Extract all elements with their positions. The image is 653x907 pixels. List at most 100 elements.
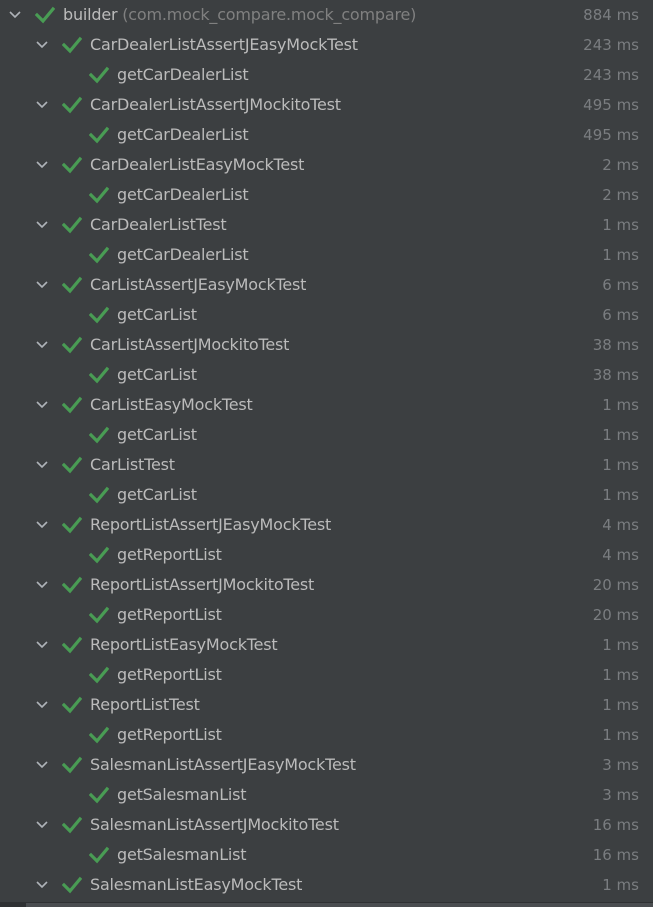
tree-row-root[interactable]: builder (com.mock_compare.mock_compare) … — [0, 0, 653, 30]
tree-row-suite[interactable]: ReportListAssertJEasyMockTest 4 ms — [0, 510, 653, 540]
chevron-down-icon[interactable] — [35, 630, 51, 660]
check-icon — [62, 30, 82, 60]
test-time: 2 ms — [602, 186, 639, 204]
tree-row-suite[interactable]: SalesmanListAssertJEasyMockTest 3 ms — [0, 750, 653, 780]
tree-row-test[interactable]: getCarList 6 ms — [0, 300, 653, 330]
tree-row-test[interactable]: getCarDealerList 243 ms — [0, 60, 653, 90]
root-label: builder (com.mock_compare.mock_compare) — [63, 0, 416, 30]
check-icon — [89, 300, 109, 330]
test-name: getCarList — [117, 485, 197, 504]
tree-row-suite[interactable]: ReportListEasyMockTest 1 ms — [0, 630, 653, 660]
chevron-down-icon[interactable] — [35, 270, 51, 300]
root-package: (com.mock_compare.mock_compare) — [122, 5, 417, 24]
tree-row-test[interactable]: getCarList 1 ms — [0, 420, 653, 450]
tree-row-test[interactable]: getCarDealerList 495 ms — [0, 120, 653, 150]
chevron-down-icon[interactable] — [35, 390, 51, 420]
tree-row-suite[interactable]: CarListAssertJEasyMockTest 6 ms — [0, 270, 653, 300]
test-results-tree: builder (com.mock_compare.mock_compare) … — [0, 0, 653, 902]
check-icon — [89, 720, 109, 750]
check-icon — [89, 660, 109, 690]
suite-name: CarDealerListAssertJEasyMockTest — [90, 35, 358, 54]
check-icon — [62, 150, 82, 180]
tree-row-test[interactable]: getSalesmanList 3 ms — [0, 780, 653, 810]
chevron-down-icon[interactable] — [35, 150, 51, 180]
check-icon — [62, 870, 82, 900]
test-name: getReportList — [117, 605, 222, 624]
chevron-down-icon[interactable] — [35, 330, 51, 360]
suite-name: ReportListAssertJEasyMockTest — [90, 515, 332, 534]
check-icon — [89, 780, 109, 810]
check-icon — [89, 180, 109, 210]
tree-row-suite[interactable]: CarListAssertJMockitoTest 38 ms — [0, 330, 653, 360]
tree-row-suite[interactable]: SalesmanListAssertJMockitoTest 16 ms — [0, 810, 653, 840]
check-icon — [89, 240, 109, 270]
check-icon — [89, 600, 109, 630]
check-icon — [89, 60, 109, 90]
chevron-down-icon[interactable] — [35, 810, 51, 840]
suite-time: 1 ms — [602, 456, 639, 474]
test-name: getCarList — [117, 425, 197, 444]
chevron-down-icon[interactable] — [35, 30, 51, 60]
tree-row-suite[interactable]: CarDealerListEasyMockTest 2 ms — [0, 150, 653, 180]
chevron-down-icon[interactable] — [35, 510, 51, 540]
chevron-down-icon[interactable] — [35, 570, 51, 600]
test-time: 3 ms — [602, 786, 639, 804]
test-name: getSalesmanList — [117, 785, 247, 804]
tree-row-test[interactable]: getCarList 38 ms — [0, 360, 653, 390]
tree-row-test[interactable]: getReportList 1 ms — [0, 720, 653, 750]
suite-time: 16 ms — [592, 816, 639, 834]
test-name: getCarDealerList — [117, 125, 249, 144]
check-icon — [89, 120, 109, 150]
check-icon — [89, 540, 109, 570]
test-name: getReportList — [117, 725, 222, 744]
tree-row-suite[interactable]: ReportListAssertJMockitoTest 20 ms — [0, 570, 653, 600]
test-time: 1 ms — [602, 246, 639, 264]
chevron-down-icon[interactable] — [35, 750, 51, 780]
check-icon — [62, 750, 82, 780]
test-name: getReportList — [117, 665, 222, 684]
suite-time: 4 ms — [602, 516, 639, 534]
suite-time: 38 ms — [592, 336, 639, 354]
test-time: 4 ms — [602, 546, 639, 564]
check-icon — [62, 90, 82, 120]
tree-row-suite[interactable]: CarDealerListTest 1 ms — [0, 210, 653, 240]
test-time: 38 ms — [592, 366, 639, 384]
tree-row-test[interactable]: getSalesmanList 16 ms — [0, 840, 653, 870]
test-time: 16 ms — [592, 846, 639, 864]
tree-row-suite[interactable]: SalesmanListEasyMockTest 1 ms — [0, 870, 653, 900]
chevron-down-icon[interactable] — [8, 0, 24, 30]
tree-row-suite[interactable]: CarListEasyMockTest 1 ms — [0, 390, 653, 420]
check-icon — [62, 210, 82, 240]
check-icon — [62, 810, 82, 840]
suite-time: 6 ms — [602, 276, 639, 294]
suite-time: 1 ms — [602, 876, 639, 894]
tree-row-test[interactable]: getCarDealerList 2 ms — [0, 180, 653, 210]
chevron-down-icon[interactable] — [35, 450, 51, 480]
horizontal-scrollbar[interactable] — [0, 902, 653, 907]
check-icon — [35, 0, 55, 30]
test-time: 243 ms — [583, 66, 639, 84]
tree-row-suite[interactable]: CarListTest 1 ms — [0, 450, 653, 480]
tree-row-test[interactable]: getCarDealerList 1 ms — [0, 240, 653, 270]
check-icon — [62, 330, 82, 360]
suite-time: 1 ms — [602, 636, 639, 654]
chevron-down-icon[interactable] — [35, 870, 51, 900]
tree-row-suite[interactable]: ReportListTest 1 ms — [0, 690, 653, 720]
tree-row-suite[interactable]: CarDealerListAssertJMockitoTest 495 ms — [0, 90, 653, 120]
tree-row-test[interactable]: getReportList 1 ms — [0, 660, 653, 690]
test-time: 1 ms — [602, 726, 639, 744]
chevron-down-icon[interactable] — [35, 90, 51, 120]
test-time: 1 ms — [602, 486, 639, 504]
test-time: 1 ms — [602, 426, 639, 444]
tree-row-test[interactable]: getCarList 1 ms — [0, 480, 653, 510]
suite-name: CarListAssertJMockitoTest — [90, 335, 290, 354]
suite-name: CarListTest — [90, 455, 175, 474]
scrollbar-thumb[interactable] — [26, 903, 653, 907]
tree-row-suite[interactable]: CarDealerListAssertJEasyMockTest 243 ms — [0, 30, 653, 60]
tree-row-test[interactable]: getReportList 20 ms — [0, 600, 653, 630]
test-name: getCarList — [117, 365, 197, 384]
tree-row-test[interactable]: getReportList 4 ms — [0, 540, 653, 570]
chevron-down-icon[interactable] — [35, 690, 51, 720]
chevron-down-icon[interactable] — [35, 210, 51, 240]
check-icon — [62, 630, 82, 660]
